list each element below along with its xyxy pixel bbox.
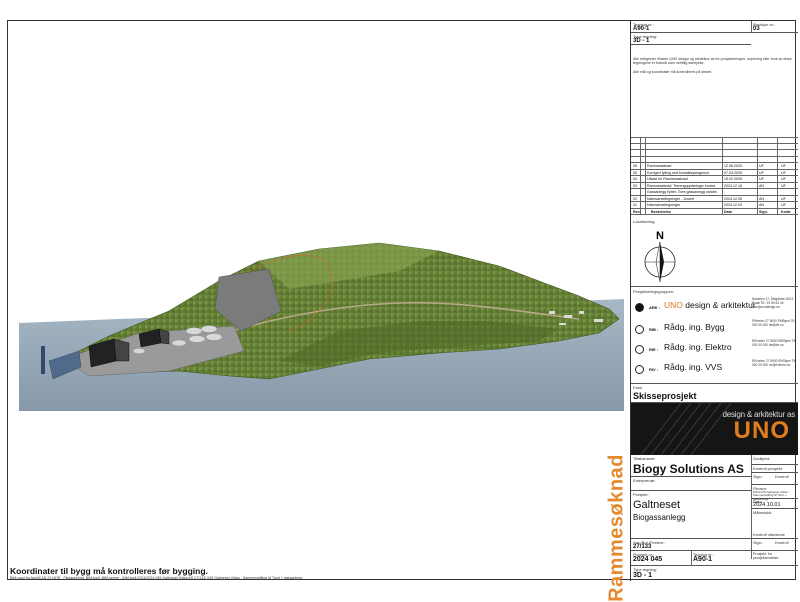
firm-address: PMveien 27 8000 PMByen Tlf: 000 00 000 r… <box>752 319 795 327</box>
project-value: Galtneset <box>633 499 681 511</box>
date-cell: Dato: 2024.10.01 <box>751 499 798 509</box>
project-sub-value: Biogassanlegg <box>633 513 686 522</box>
stamp-text: Rammesøknad <box>605 454 628 602</box>
project-cell: Prosjekt: Galtneset Biogassanlegg <box>631 491 751 539</box>
drawing-sheet: Koordinater til bygg må kontrolleres før… <box>7 20 798 602</box>
radio-ark[interactable] <box>635 303 644 312</box>
gnr-cell: Gnr./Bnr./Festenr.: 27/133 <box>631 539 751 551</box>
3d-terrain-model <box>19 242 624 411</box>
firm-name: Rådg. ing. Bygg <box>664 322 725 332</box>
contractor-cell: Entreprenør: <box>631 477 751 491</box>
ship <box>41 346 45 374</box>
scale-cell: Målestokk: Kontroll utførende <box>751 509 798 539</box>
revision-header: Rev. Beskrivelse Dato Sign. Kontr. <box>631 209 798 215</box>
team-label: Prosjekteringsgruppen: <box>633 289 675 294</box>
rights-text: Alle rettigheter tilhører UNO design og … <box>633 57 792 66</box>
phase-value: Skisseprosjekt <box>633 391 697 401</box>
firm-address: RIVveien 27 8000 RIVByen Tlf: 000 00 000… <box>752 359 797 367</box>
approved-cell: Godkjent: <box>751 455 798 465</box>
drawing-area: Koordinater til bygg må kontrolleres før… <box>8 21 630 581</box>
revision-table: 06 Rammesøknad 12.06.2025 UF UF 05 Korrigert … <box>631 137 798 215</box>
client-value: Biogy Solutions AS <box>633 462 744 476</box>
company-logo: design & arkitektur as UNO <box>631 403 798 455</box>
team-rib: RIB : Rådg. ing. Bygg PMveien 27 8000 PM… <box>631 319 798 341</box>
revision-value: 03 <box>753 26 760 32</box>
firm-name: UNO design & arkitektur <box>664 300 756 310</box>
control-project-cell: Kontroll prosjekt: <box>751 465 798 473</box>
title-block: Tegning nr.: A90-1 Revisjon nr.: 03 Type… <box>630 21 798 581</box>
measure-text: Alle mål og koordinater må kontrolleres … <box>633 70 713 74</box>
file-path-note: BIM-mod fra ArchiCAD 21 NOR · Filplasser… <box>10 576 303 580</box>
client-cell: Tiltakshaver: Biogy Solutions AS <box>631 455 751 477</box>
application-stamp: Rammesøknad <box>606 454 628 602</box>
sign-cell: Sign.: Kontroll <box>751 473 798 485</box>
location-label: Lokalisering: <box>633 219 656 224</box>
north-arrow: N <box>635 228 685 284</box>
team-ark: ARK : UNO design & arkitektur Notveien 1… <box>631 297 798 319</box>
project-no-row: Prosjekt nr.: 2024 045 Tegning nr.: A90-… <box>631 551 798 566</box>
drawing-no-value: A90-1 <box>633 26 650 32</box>
compass-icon: N <box>644 230 676 283</box>
filename-cell: Filnavn: 2024 045 Galtneset Vidsa - Samm… <box>751 485 798 500</box>
svg-text:N: N <box>656 230 664 242</box>
radio-rie[interactable] <box>635 345 644 354</box>
phase-cell: Fase: Skisseprosjekt <box>631 383 798 403</box>
type2-cell: Type tegning: 3D - 1 <box>633 567 658 579</box>
firm-address: Notveien 17, Ålegården 8013 Bodø Tlf.: 9… <box>752 297 794 309</box>
team-rie: RIE : Rådg. ing. Elektro RIEveien 27 800… <box>631 339 798 361</box>
tb-row-drawing-no: Tegning nr.: A90-1 Revisjon nr.: 03 <box>631 21 798 33</box>
radio-rib[interactable] <box>635 325 644 334</box>
tb-row-type: Type tegning: 3D - 1 <box>631 33 751 45</box>
coordinate-note: Koordinater til bygg må kontrolleres før… <box>10 566 208 576</box>
firm-name: Rådg. ing. VVS <box>664 362 723 372</box>
team-riv: RIV : Rådg. ing. VVS RIVveien 27 8000 RI… <box>631 359 798 381</box>
firm-name: Rådg. ing. Elektro <box>664 342 732 352</box>
firm-address: RIEveien 27 8000 RIEByen Tlf: 000 00 000… <box>752 339 797 347</box>
type-value: 3D - 1 <box>633 38 650 44</box>
sign2-cell: Sign.: Kontroll <box>751 539 798 551</box>
radio-riv[interactable] <box>635 365 644 374</box>
